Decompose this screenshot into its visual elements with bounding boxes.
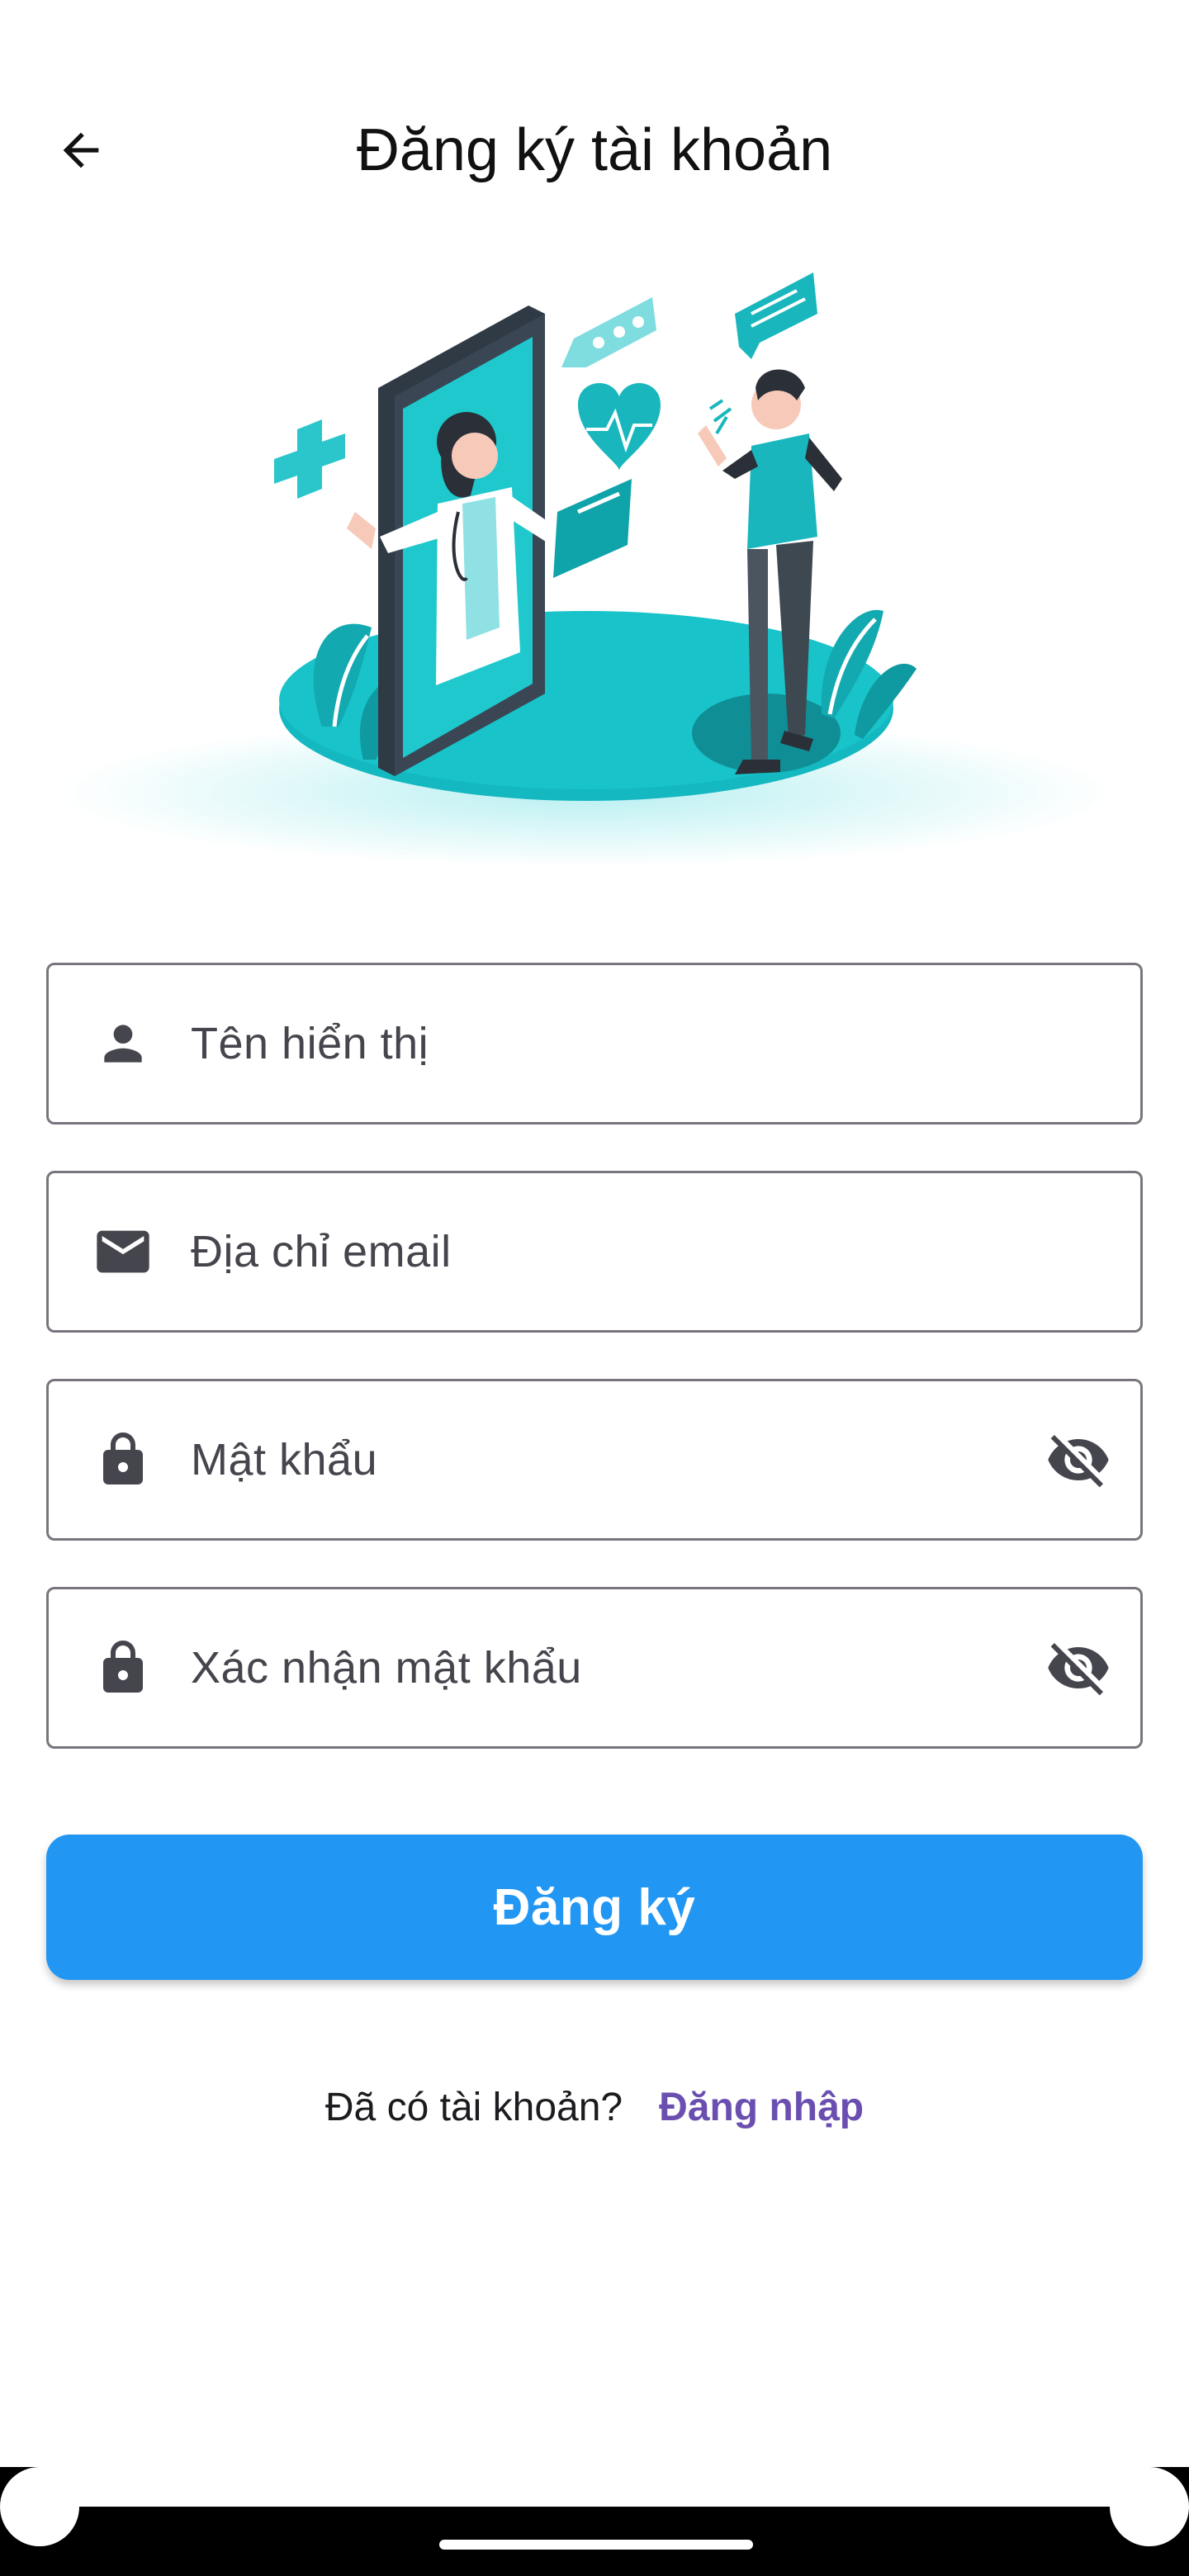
email-placeholder: Địa chỉ email — [191, 1227, 452, 1276]
email-field[interactable]: Địa chỉ email — [46, 1171, 1143, 1333]
home-gesture-handle[interactable] — [439, 2540, 753, 2550]
toggle-confirm-password-visibility[interactable] — [1016, 1589, 1140, 1746]
mail-icon — [97, 1230, 149, 1273]
display-name-field[interactable]: Tên hiển thị — [46, 963, 1143, 1125]
telemedicine-illustration — [58, 272, 1115, 867]
arrow-back-icon — [63, 132, 99, 168]
person-icon — [104, 1025, 142, 1063]
confirm-password-placeholder: Xác nhận mật khẩu — [191, 1643, 582, 1693]
page-title: Đăng ký tài khoản — [356, 117, 833, 183]
confirm-password-field[interactable]: Xác nhận mật khẩu — [46, 1587, 1143, 1749]
visibility-off-icon — [1048, 1643, 1109, 1696]
lock-icon — [103, 1641, 143, 1693]
system-navigation-bar — [0, 2467, 1189, 2576]
visibility-off-icon — [1048, 1435, 1109, 1488]
password-field[interactable]: Mật khẩu — [46, 1379, 1143, 1541]
lock-icon — [103, 1432, 143, 1485]
login-link[interactable]: Đăng nhập — [659, 2085, 864, 2130]
app-bar: Đăng ký tài khoản — [0, 99, 1189, 201]
display-name-placeholder: Tên hiển thị — [191, 1019, 429, 1068]
screen-corner — [0, 2467, 79, 2546]
back-button[interactable] — [40, 117, 122, 183]
toggle-password-visibility[interactable] — [1016, 1381, 1140, 1538]
login-prompt: Đã có tài khoản? Đăng nhập — [0, 2074, 1189, 2140]
screen-corner — [1110, 2467, 1189, 2546]
register-button-label: Đăng ký — [493, 1878, 696, 1936]
have-account-text: Đã có tài khoản? — [324, 2085, 623, 2129]
register-button[interactable]: Đăng ký — [46, 1835, 1143, 1980]
password-placeholder: Mật khẩu — [191, 1435, 378, 1485]
